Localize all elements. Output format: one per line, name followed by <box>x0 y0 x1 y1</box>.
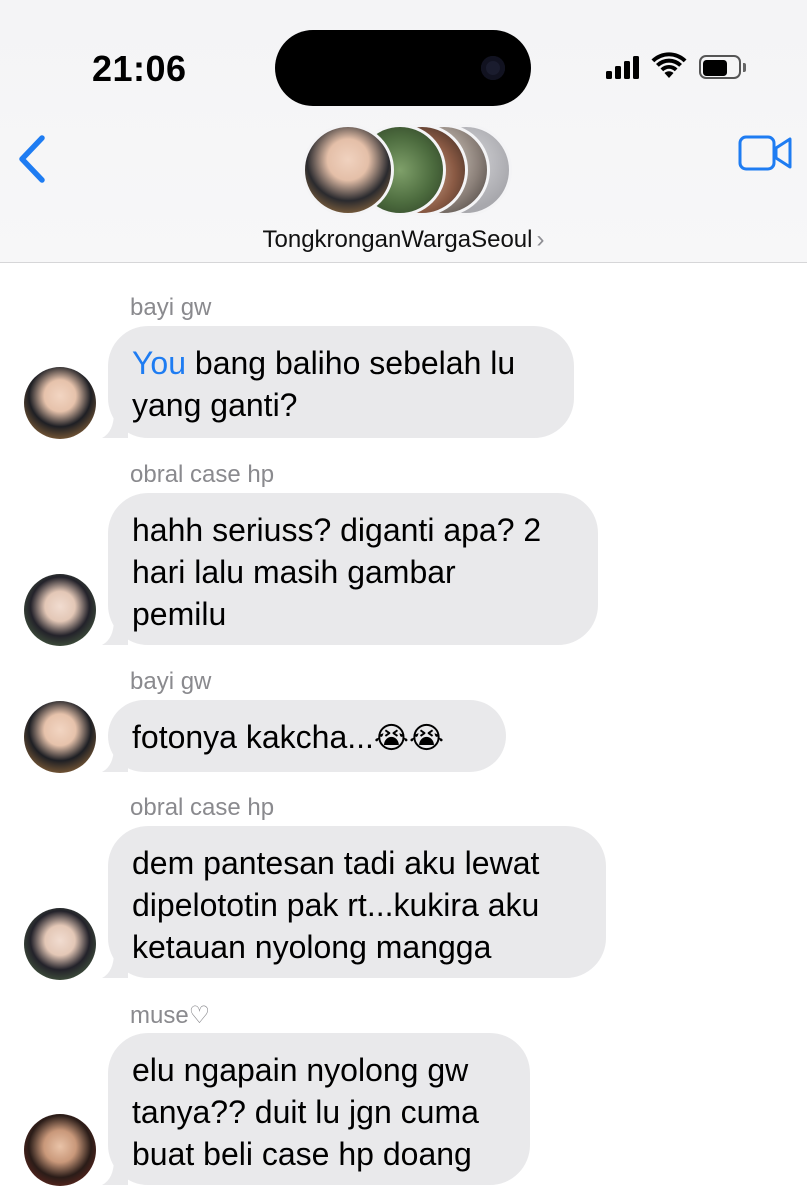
message-line: buat beli case hp doang <box>132 1136 472 1172</box>
message-line: hari lalu masih gambar <box>132 554 456 590</box>
crying-face-emoji: 😭😭 <box>373 721 445 756</box>
message-line: dem pantesan tadi aku lewat <box>132 845 540 881</box>
avatar[interactable] <box>24 574 96 646</box>
message-line: yang ganti? <box>132 387 298 423</box>
bubble-tail <box>102 619 128 645</box>
sender-name: obral case hp <box>130 461 275 488</box>
avatar[interactable] <box>24 1114 96 1186</box>
message-line: ketauan nyolong mangga <box>132 929 492 965</box>
message-line: hahh seriuss? diganti apa? 2 <box>132 512 542 548</box>
avatar[interactable] <box>24 367 96 439</box>
cellular-signal-icon <box>606 53 639 79</box>
group-member-avatar <box>302 124 394 216</box>
status-time: 21:06 <box>92 48 187 89</box>
message-line: tanya?? duit lu jgn cuma <box>132 1094 479 1130</box>
message-line: pemilu <box>132 596 227 632</box>
sender-name: muse♡ <box>130 1002 211 1029</box>
wifi-icon <box>651 52 687 78</box>
bubble-tail <box>102 952 128 978</box>
message-line: dipelototin pak rt...kukira aku <box>132 887 540 923</box>
sender-name: obral case hp <box>130 794 275 821</box>
chevron-left-icon[interactable] <box>14 132 54 186</box>
chat-screen: 21:06 TongkronganWargaSeoul › bayi gw Yo… <box>0 0 807 1200</box>
sender-name: bayi gw <box>130 668 212 695</box>
message-line: fotonya kakcha...😭😭 <box>132 719 445 756</box>
avatar[interactable] <box>24 701 96 773</box>
dynamic-island <box>275 30 531 106</box>
video-camera-icon[interactable] <box>738 134 792 172</box>
bubble-tail <box>102 1159 128 1185</box>
message-line: You bang baliho sebelah lu <box>132 345 516 381</box>
bubble-tail <box>102 746 128 772</box>
mention-you[interactable]: You <box>132 345 186 381</box>
bubble-tail <box>102 412 128 438</box>
message-line: elu ngapain nyolong gw <box>132 1052 469 1088</box>
avatar[interactable] <box>24 908 96 980</box>
message-bubble[interactable]: You bang baliho sebelah lu yang ganti? <box>102 326 574 438</box>
battery-icon <box>699 55 746 79</box>
chevron-right-icon: › <box>536 226 545 253</box>
group-avatar-stack[interactable] <box>302 124 512 216</box>
group-name[interactable]: TongkronganWargaSeoul › <box>0 226 807 254</box>
front-camera-icon <box>481 56 505 80</box>
message-bubble[interactable]: dem pantesan tadi aku lewat dipelototin … <box>102 826 606 978</box>
message-bubble[interactable]: fotonya kakcha...😭😭 <box>102 700 506 772</box>
message-bubble[interactable]: hahh seriuss? diganti apa? 2 hari lalu m… <box>102 493 598 645</box>
status-icons <box>606 52 746 79</box>
sender-name: bayi gw <box>130 294 212 321</box>
chat-header: 21:06 TongkronganWargaSeoul › <box>0 0 807 263</box>
message-bubble[interactable]: elu ngapain nyolong gw tanya?? duit lu j… <box>102 1033 530 1185</box>
group-name-label: TongkronganWargaSeoul <box>262 226 533 253</box>
